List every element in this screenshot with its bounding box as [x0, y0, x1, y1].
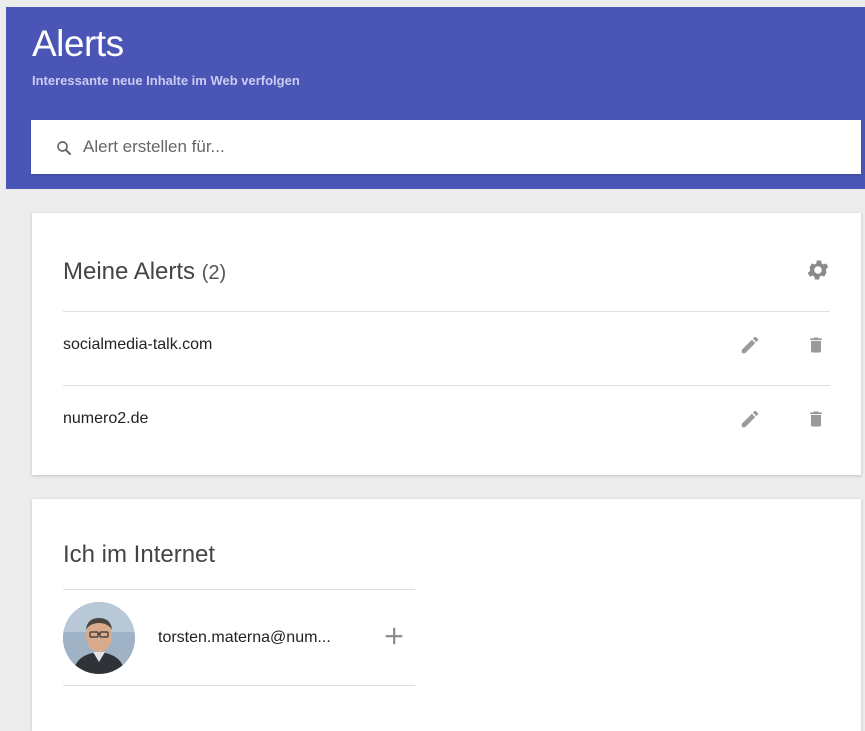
me-on-web-title: Ich im Internet: [63, 541, 216, 568]
page-subtitle: Interessante neue Inhalte im Web verfolg…: [32, 73, 300, 88]
list-item[interactable]: numero2.de: [63, 385, 830, 460]
my-alerts-card: Meine Alerts (2) socialmedia-talk.com nu…: [32, 213, 861, 475]
search-bar: [31, 120, 861, 174]
app-header: Alerts Interessante neue Inhalte im Web …: [6, 7, 865, 189]
my-alerts-title-text: Meine Alerts: [63, 258, 196, 285]
page-title: Alerts: [32, 23, 124, 64]
plus-icon[interactable]: [383, 625, 405, 647]
trash-icon[interactable]: [806, 408, 826, 430]
me-on-web-card: Ich im Internet torsten.materna@num...: [32, 499, 861, 731]
gear-icon[interactable]: [805, 257, 831, 283]
avatar: [63, 602, 135, 674]
profile-row: torsten.materna@num...: [63, 589, 415, 686]
search-input[interactable]: [83, 120, 843, 174]
list-item[interactable]: socialmedia-talk.com: [63, 311, 830, 386]
profile-email: torsten.materna@num...: [158, 629, 331, 646]
my-alerts-title: Meine Alerts (2): [63, 258, 226, 286]
alert-label: numero2.de: [63, 410, 149, 427]
alert-label: socialmedia-talk.com: [63, 336, 213, 353]
pencil-icon[interactable]: [739, 334, 761, 356]
alerts-count: (2): [201, 262, 227, 284]
search-icon: [57, 141, 71, 155]
trash-icon[interactable]: [806, 334, 826, 356]
pencil-icon[interactable]: [739, 408, 761, 430]
